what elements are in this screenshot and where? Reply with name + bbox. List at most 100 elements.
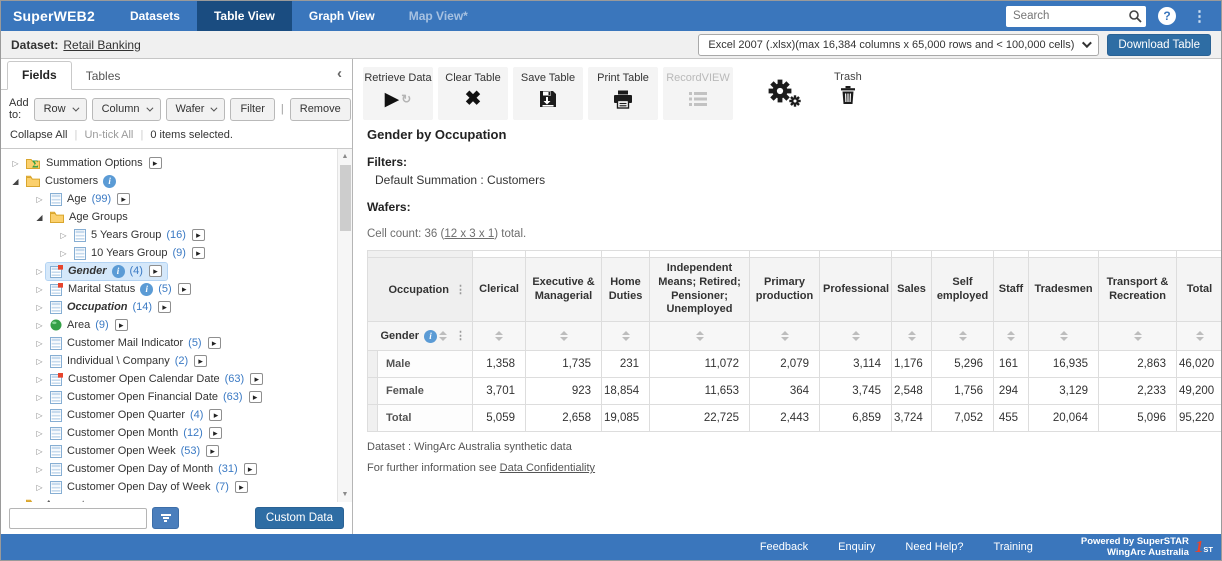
tree-item-body[interactable]: Age(99)▸ [46,191,135,208]
tree-item-body[interactable]: Marital Statusi(5)▸ [46,281,196,298]
column-header[interactable]: Staff [994,258,1029,322]
column-header[interactable]: Transport & Recreation [1099,258,1177,322]
quick-add-icon[interactable]: ▸ [149,157,162,169]
expand-node-icon[interactable]: ▷ [33,195,46,204]
filter-apply-button[interactable] [152,507,179,529]
add-to-filter-button[interactable]: Filter [230,98,274,121]
tree-item-body[interactable]: Customersi [22,173,121,190]
column-header[interactable]: Independent Means; Retired; Pensioner; U… [650,258,750,322]
tree-item[interactable]: ▷5 Years Group(16)▸ [1,226,352,244]
tree-item-body[interactable]: Area(9)▸ [46,317,133,334]
tree-item-body[interactable]: Occupation(14)▸ [46,299,176,316]
tree-item[interactable]: ▷Genderi(4)▸ [1,262,352,280]
info-icon[interactable]: i [140,283,153,296]
field-filter-input[interactable] [9,508,147,529]
footer-link-training[interactable]: Training [994,541,1033,553]
quick-add-icon[interactable]: ▸ [158,301,171,313]
column-header[interactable]: Sales [892,258,932,322]
tree-item[interactable]: ◢Accounts [1,496,352,502]
tree-item-body[interactable]: Accounts [22,497,95,503]
column-header[interactable]: Tradesmen [1029,258,1099,322]
quick-add-icon[interactable]: ▸ [117,193,130,205]
add-to-column-button[interactable]: Column [92,98,161,121]
sort-icon[interactable] [1196,331,1204,341]
tree-item[interactable]: ▷Occupation(14)▸ [1,298,352,316]
quick-add-icon[interactable]: ▸ [208,337,221,349]
tree-item-body[interactable]: 10 Years Group(9)▸ [70,245,210,262]
row-menu-icon[interactable]: ⋮ [455,330,466,342]
nav-tab-graph-view[interactable]: Graph View [292,1,392,31]
quick-add-icon[interactable]: ▸ [115,319,128,331]
export-format-select[interactable]: Excel 2007 (.xlsx)(max 16,384 columns x … [698,34,1099,56]
nav-tab-datasets[interactable]: Datasets [113,1,197,31]
tree-item-body[interactable]: Genderi(4)▸ [46,263,167,280]
tree-item[interactable]: ▷Customer Open Week(53)▸ [1,442,352,460]
collapse-all-link[interactable]: Collapse All [10,129,67,141]
quick-add-icon[interactable]: ▸ [249,391,262,403]
print-table-button[interactable]: Print Table [588,67,658,120]
expand-node-icon[interactable]: ▷ [57,249,70,258]
sort-icon[interactable] [781,331,789,341]
quick-add-icon[interactable]: ▸ [192,229,205,241]
collapse-node-icon[interactable]: ◢ [9,501,22,503]
add-to-remove-button[interactable]: Remove [290,98,351,121]
sidebar-collapse-icon[interactable]: ‹ [337,65,342,82]
save-table-button[interactable]: Save Table [513,67,583,120]
download-table-button[interactable]: Download Table [1107,34,1211,56]
tree-item-body[interactable]: 5 Years Group(16)▸ [70,227,210,244]
quick-add-icon[interactable]: ▸ [250,373,263,385]
tree-item-body[interactable]: Customer Mail Indicator(5)▸ [46,335,226,352]
quick-add-icon[interactable]: ▸ [209,427,222,439]
tree-item-body[interactable]: Individual \ Company(2)▸ [46,353,212,370]
custom-data-button[interactable]: Custom Data [255,507,344,529]
column-sort-cell[interactable] [820,322,892,351]
sort-icon[interactable] [852,331,860,341]
expand-node-icon[interactable]: ▷ [33,429,46,438]
footer-link-feedback[interactable]: Feedback [760,541,808,553]
tree-item[interactable]: ◢Customersi [1,172,352,190]
tree-item-body[interactable]: Customer Open Financial Date(63)▸ [46,389,267,406]
tree-item[interactable]: ▷Area(9)▸ [1,316,352,334]
overflow-menu-icon[interactable]: ⋮ [1188,7,1211,25]
column-sort-cell[interactable] [1099,322,1177,351]
sort-icon[interactable] [1060,331,1068,341]
quick-add-icon[interactable]: ▸ [192,247,205,259]
info-icon[interactable]: i [424,330,437,343]
collapse-node-icon[interactable]: ◢ [33,213,46,222]
expand-node-icon[interactable]: ▷ [33,393,46,402]
expand-node-icon[interactable]: ▷ [33,465,46,474]
collapse-node-icon[interactable]: ◢ [9,177,22,186]
tree-item[interactable]: ▷Individual \ Company(2)▸ [1,352,352,370]
column-sort-cell[interactable] [602,322,650,351]
column-sort-cell[interactable] [1029,322,1099,351]
tree-item-body[interactable]: Customer Open Month(12)▸ [46,425,227,442]
column-sort-cell[interactable] [650,322,750,351]
column-header[interactable]: Professional [820,258,892,322]
tree-item[interactable]: ▷Customer Open Financial Date(63)▸ [1,388,352,406]
tab-fields[interactable]: Fields [7,61,72,90]
expand-node-icon[interactable]: ▷ [33,483,46,492]
column-header[interactable]: Executive & Managerial [526,258,602,322]
add-to-wafer-button[interactable]: Wafer [166,98,226,121]
column-sort-cell[interactable] [892,322,932,351]
tree-item[interactable]: ▷Customer Open Quarter(4)▸ [1,406,352,424]
quick-add-icon[interactable]: ▸ [244,463,257,475]
trash-dropzone[interactable]: Trash [834,71,862,109]
sort-icon[interactable] [1134,331,1142,341]
help-icon[interactable]: ? [1158,7,1176,25]
column-sort-cell[interactable] [750,322,820,351]
untick-all-link[interactable]: Un-tick All [84,129,133,141]
column-sort-cell[interactable] [473,322,526,351]
expand-node-icon[interactable]: ▷ [33,375,46,384]
row-dimension-cell[interactable]: Genderi⋮ [368,322,473,351]
scrollbar-thumb[interactable] [340,165,351,231]
expand-node-icon[interactable]: ▷ [33,267,46,276]
sort-icon[interactable] [908,331,916,341]
tree-item-body[interactable]: Customer Open Week(53)▸ [46,443,224,460]
quick-add-icon[interactable]: ▸ [209,409,222,421]
sort-icon[interactable] [439,331,447,341]
sort-icon[interactable] [622,331,630,341]
tab-tables[interactable]: Tables [72,63,135,90]
clear-table-button[interactable]: Clear Table✖ [438,67,508,120]
expand-node-icon[interactable]: ▷ [33,285,46,294]
